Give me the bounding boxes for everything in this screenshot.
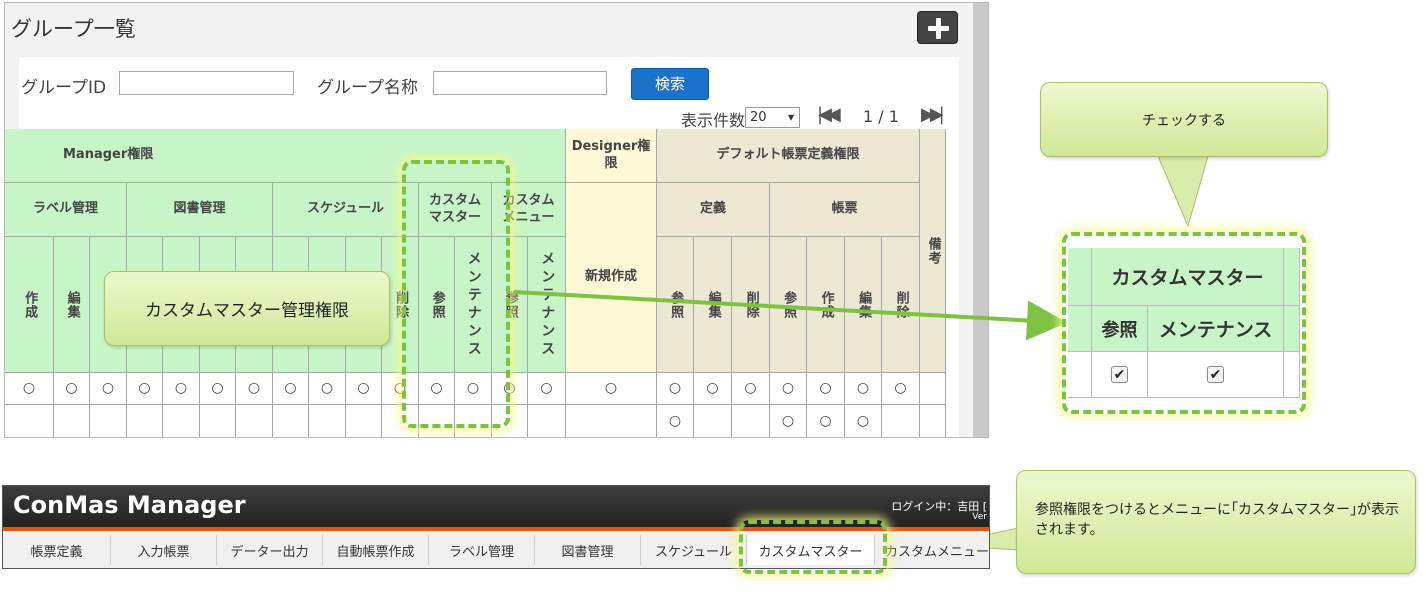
- nav-library-mgmt[interactable]: 図書管理: [535, 535, 641, 565]
- nav-schedule[interactable]: スケジュール: [641, 535, 747, 565]
- version-info: Ver: [972, 512, 987, 522]
- nav-label-mgmt[interactable]: ラベル管理: [429, 535, 535, 565]
- nav-data-output[interactable]: データー出力: [217, 535, 323, 565]
- zoom-highlight: [1062, 232, 1306, 414]
- custom-master-nav-highlight: [739, 520, 887, 574]
- nav-custom-menu[interactable]: カスタムメニュー: [875, 535, 989, 565]
- nav-auto-form-creation[interactable]: 自動帳票作成: [323, 535, 429, 565]
- app-title: ConMas Manager: [13, 491, 246, 519]
- nav-input-forms[interactable]: 入力帳票: [111, 535, 217, 565]
- menu-note-callout: 参照権限をつけるとメニューに｢カスタムマスター｣が表示されます。: [1016, 470, 1416, 574]
- check-callout: チェックする: [1040, 82, 1328, 157]
- nav-form-definition[interactable]: 帳票定義: [3, 535, 111, 565]
